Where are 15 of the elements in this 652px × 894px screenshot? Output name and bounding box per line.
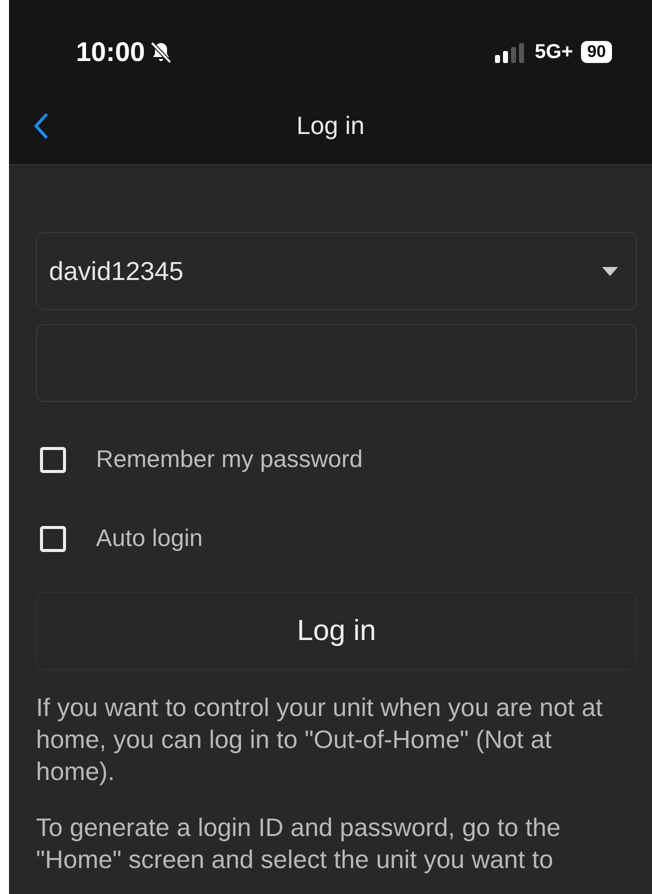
- back-chevron-icon: [34, 113, 48, 139]
- checkbox-label: Remember my password: [96, 446, 363, 474]
- info-paragraph: To generate a login ID and password, go to the "Home" screen and select the unit you want to: [36, 813, 562, 876]
- dropdown-caret-icon: [602, 266, 618, 276]
- user-id-dropdown[interactable]: david12345: [36, 232, 637, 310]
- checkbox[interactable]: [40, 526, 66, 552]
- checkbox-label: Auto login: [96, 524, 203, 552]
- screen-title: Log in: [295, 112, 366, 140]
- checkbox[interactable]: [40, 446, 66, 472]
- signal-icon: [494, 41, 527, 63]
- info-paragraph: If you want to control your unit when you are not at home, you can log in to "Out-of-Home" (Not at home).: [36, 693, 604, 788]
- login-button[interactable]: Log in: [36, 592, 637, 670]
- network-label: 5G+: [534, 40, 574, 64]
- battery-level: 90: [581, 41, 612, 63]
- status-time: 10:00: [76, 36, 146, 68]
